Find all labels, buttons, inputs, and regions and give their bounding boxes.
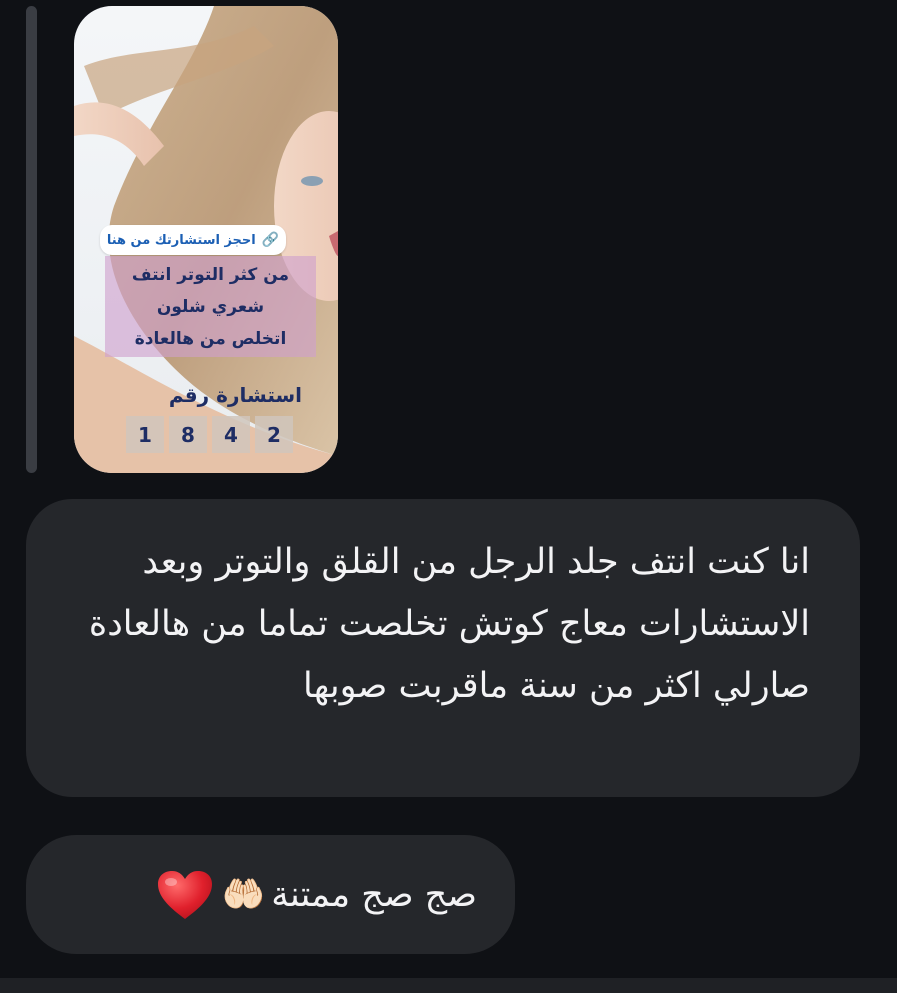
link-icon: 🔗: [261, 232, 280, 248]
raised-hands-icon: 🤲🏻: [221, 875, 266, 915]
story-reply-card[interactable]: احجز استشارتك من هنا 🔗 من كثر التوتر انت…: [74, 6, 338, 473]
digit-box: 2: [255, 416, 293, 453]
red-heart-icon: [157, 870, 212, 919]
story-headline: من كثر التوتر انتف شعري شلون اتخلص من ها…: [105, 256, 316, 357]
headline-line: شعري شلون: [156, 296, 265, 317]
consultation-label: استشارة رقم: [168, 383, 302, 407]
reply-indicator-bar: [26, 6, 37, 473]
consultation-number: 1 8 4 2: [126, 416, 293, 453]
headline-line: من كثر التوتر انتف: [131, 264, 290, 285]
digit-box: 1: [126, 416, 164, 453]
digit-box: 8: [169, 416, 207, 453]
bottom-divider: [0, 978, 897, 993]
link-sticker[interactable]: احجز استشارتك من هنا 🔗: [100, 225, 286, 255]
headline-line: اتخلص من هالعادة: [134, 328, 287, 349]
link-sticker-label: احجز استشارتك من هنا: [106, 232, 256, 248]
message-text: انا كنت انتف جلد الرجل من القلق والتوتر …: [88, 542, 810, 706]
message-text: صج صج ممتنة: [271, 874, 477, 915]
digit-box: 4: [212, 416, 250, 453]
message-bubble[interactable]: انا كنت انتف جلد الرجل من القلق والتوتر …: [26, 499, 860, 797]
message-bubble[interactable]: صج صج ممتنة 🤲🏻: [26, 835, 515, 954]
